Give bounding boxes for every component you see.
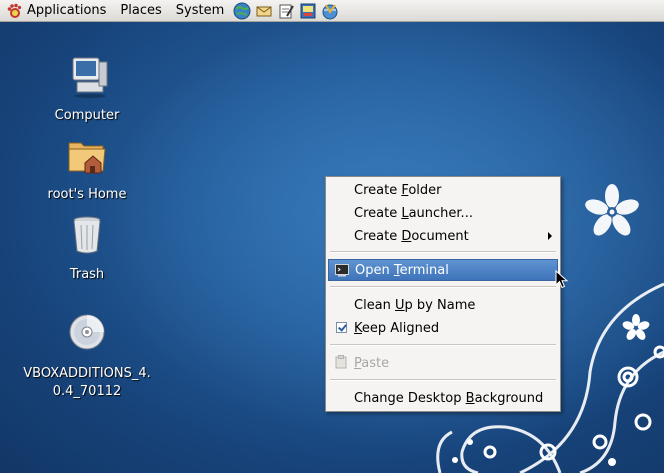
desktop[interactable]: Computer root's Home Trash VBOXADDITIONS… — [0, 22, 664, 473]
gnome-foot-icon — [7, 3, 22, 18]
menu-item-label: Keep Aligned — [354, 320, 440, 336]
menu-item-label: Change Desktop Background — [354, 390, 544, 406]
system-menu[interactable]: System — [170, 0, 232, 22]
menu-item-label: Clean Up by Name — [354, 297, 476, 313]
desktop-icon-trash[interactable]: Trash — [22, 211, 152, 285]
cd-icon — [69, 314, 105, 350]
desktop-icon-label-line1: VBOXADDITIONS_4. — [23, 366, 151, 381]
menu-item-open-terminal[interactable]: Open Terminal — [328, 259, 558, 281]
desktop-icon-label: root's Home — [47, 187, 127, 202]
menu-item-keep-aligned[interactable]: Keep Aligned — [328, 317, 558, 339]
menu-item-paste: Paste — [328, 352, 558, 374]
email-icon — [256, 6, 272, 16]
web-browser-launcher[interactable] — [232, 1, 252, 21]
trash-icon — [73, 216, 101, 254]
menu-item-create-launcher[interactable]: Create Launcher... — [328, 202, 558, 224]
menu-item-create-folder[interactable]: Create Folder — [328, 179, 558, 201]
top-panel: Applications Places System — [0, 0, 664, 22]
menu-item-label: Create Folder — [354, 182, 442, 198]
notes-launcher[interactable] — [298, 1, 318, 21]
menu-separator — [330, 344, 556, 346]
terminal-icon — [335, 264, 349, 277]
menu-separator — [330, 379, 556, 381]
mouse-pointer-icon — [555, 270, 569, 289]
submenu-arrow-icon — [548, 232, 552, 240]
desktop-icon-label: Computer — [54, 108, 120, 123]
desktop-icon-label: Trash — [69, 267, 105, 282]
places-menu[interactable]: Places — [114, 0, 169, 22]
paste-icon — [335, 355, 347, 369]
menu-item-label: Open Terminal — [355, 262, 449, 278]
menu-item-label: Paste — [354, 355, 390, 371]
menu-item-label: Create Launcher... — [354, 205, 473, 221]
menu-separator — [330, 251, 556, 253]
menu-item-label: Create Document — [354, 228, 469, 244]
text-editor-icon — [279, 4, 295, 18]
menu-item-change-desktop-background[interactable]: Change Desktop Background — [328, 387, 558, 409]
places-menu-label: Places — [120, 3, 162, 18]
desktop-icon-label-line2: 0.4_70112 — [52, 384, 122, 399]
notes-icon — [300, 3, 316, 18]
computer-icon — [72, 57, 108, 98]
desktop-icon-computer[interactable]: Computer — [22, 52, 152, 126]
system-menu-label: System — [175, 3, 225, 18]
applications-menu-label: Applications — [27, 3, 107, 18]
network-launcher[interactable] — [320, 1, 340, 21]
desktop-icon-vboxadditions[interactable]: VBOXADDITIONS_4. 0.4_70112 — [22, 310, 152, 402]
text-editor-launcher[interactable] — [276, 1, 296, 21]
applications-menu[interactable]: Applications — [0, 0, 114, 22]
menu-item-clean-up-by-name[interactable]: Clean Up by Name — [328, 294, 558, 316]
menu-item-create-document[interactable]: Create Document — [328, 225, 558, 247]
home-folder-icon — [68, 142, 106, 174]
network-icon — [322, 3, 338, 19]
web-browser-icon — [233, 2, 251, 19]
desktop-context-menu: Create Folder Create Launcher... Create … — [325, 176, 561, 412]
menu-separator — [330, 286, 556, 288]
desktop-icon-home[interactable]: root's Home — [22, 131, 152, 205]
email-launcher[interactable] — [254, 1, 274, 21]
keep-aligned-checkbox[interactable] — [336, 322, 347, 333]
